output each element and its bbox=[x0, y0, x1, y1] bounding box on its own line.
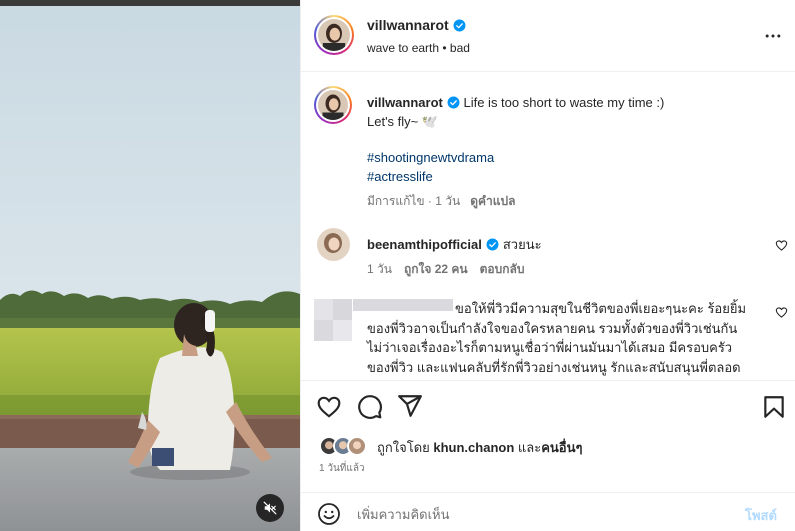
likes-prefix: ถูกใจโดย bbox=[377, 439, 434, 455]
hashtag-link[interactable]: #actresslife bbox=[367, 169, 433, 184]
avatar-image bbox=[318, 19, 350, 51]
comment-line: ของพี่วิว และแฟนคลับที่รักพี่วิวอย่างเช่… bbox=[367, 359, 741, 375]
verified-badge-icon bbox=[453, 19, 466, 31]
mute-toggle-button[interactable] bbox=[256, 494, 284, 522]
liker-avatars bbox=[319, 436, 373, 458]
audio-track-label[interactable]: wave to earth • bad bbox=[367, 41, 470, 55]
caption-author-avatar[interactable] bbox=[314, 86, 352, 124]
edited-time: มีการแก้ไข · 1 วัน bbox=[367, 194, 461, 208]
comment-line: ขอให้พี่วิวมีความสุขในชีวิตของพี่เยอะๆนะ… bbox=[455, 301, 747, 316]
caption-line-2: Let's fly~ 🕊️ bbox=[367, 114, 439, 129]
caption-text: villwannarot Life is too short to waste … bbox=[367, 93, 767, 131]
verified-badge-icon bbox=[447, 96, 460, 109]
post-comment-button[interactable]: โพสต์ bbox=[745, 505, 777, 526]
post-header: villwannarot wave to earth • bad bbox=[301, 0, 795, 72]
post-details-panel: villwannarot wave to earth • bad villwan… bbox=[300, 0, 795, 531]
comments-section[interactable]: villwannarot Life is too short to waste … bbox=[301, 73, 795, 380]
add-comment-bar: โพสต์ bbox=[301, 492, 795, 531]
share-icon[interactable] bbox=[397, 393, 423, 419]
others-link[interactable]: คนอื่นๆ bbox=[541, 440, 582, 455]
commenter-username[interactable]: beenamthipofficial bbox=[367, 237, 482, 252]
likes-middle: และ bbox=[514, 439, 542, 455]
liked-by-row[interactable]: ถูกใจโดย khun.chanon และคนอื่นๆ bbox=[319, 436, 582, 458]
liker-username[interactable]: khun.chanon bbox=[433, 440, 514, 455]
blurred-avatar bbox=[314, 299, 352, 341]
speaker-muted-icon bbox=[263, 501, 277, 515]
caption-username[interactable]: villwannarot bbox=[367, 95, 443, 110]
caption-body: Life is too short to waste my time :) bbox=[463, 95, 665, 110]
post-timestamp: 1 วันที่แล้ว bbox=[319, 463, 365, 474]
comment-input[interactable] bbox=[357, 501, 737, 527]
see-translation-button[interactable]: ดูคำแปล bbox=[470, 192, 515, 211]
instagram-post-view: villwannarot wave to earth • bad villwan… bbox=[0, 0, 795, 531]
comment-line: ของพี่วิวอาจเป็นกำลังใจของใครหลายคน รวมท… bbox=[367, 320, 738, 336]
emoji-icon[interactable] bbox=[317, 502, 341, 526]
verified-badge-icon bbox=[486, 238, 499, 251]
liker-avatar bbox=[347, 436, 367, 456]
avatar-image bbox=[317, 228, 350, 261]
comment-like-heart-icon[interactable] bbox=[775, 306, 788, 319]
comment-line: ไม่ว่าเจอเรื่องอะไรก็ตามหนูเชื่อว่าพี่ผ่… bbox=[367, 340, 733, 355]
hashtag-link[interactable]: #shootingnewtvdrama bbox=[367, 150, 494, 165]
photo-scene bbox=[0, 0, 300, 531]
bookmark-icon[interactable] bbox=[761, 394, 787, 420]
post-actions: ถูกใจโดย khun.chanon และคนอื่นๆ 1 วันที่… bbox=[301, 380, 795, 531]
author-avatar[interactable] bbox=[314, 15, 354, 55]
liked-by-text: ถูกใจโดย khun.chanon และคนอื่นๆ bbox=[377, 437, 582, 458]
comment-like-heart-icon[interactable] bbox=[775, 239, 788, 252]
author-username-row: villwannarot bbox=[367, 17, 466, 33]
comment-text: ขอให้พี่วิวมีความสุขในชีวิตของพี่เยอะๆนะ… bbox=[367, 299, 762, 377]
heart-icon[interactable] bbox=[316, 394, 342, 420]
caption-meta: มีการแก้ไข · 1 วัน ดูคำแปล bbox=[367, 192, 515, 211]
more-options-icon[interactable] bbox=[763, 26, 783, 46]
author-username[interactable]: villwannarot bbox=[367, 17, 449, 33]
comment-icon[interactable] bbox=[357, 394, 383, 420]
avatar-image bbox=[318, 90, 348, 120]
post-photo[interactable] bbox=[0, 0, 300, 531]
commenter-avatar[interactable] bbox=[317, 228, 350, 261]
comment-text: สวยนะ bbox=[502, 237, 542, 252]
comment-row: beenamthipofficial สวยนะ bbox=[367, 234, 542, 255]
comment-meta: 1 วัน ถูกใจ 22 คน ตอบกลับ bbox=[367, 260, 524, 279]
comment-likes[interactable]: ถูกใจ 22 คน bbox=[404, 260, 468, 279]
comment-time: 1 วัน bbox=[367, 262, 392, 276]
reply-button[interactable]: ตอบกลับ bbox=[480, 260, 525, 279]
